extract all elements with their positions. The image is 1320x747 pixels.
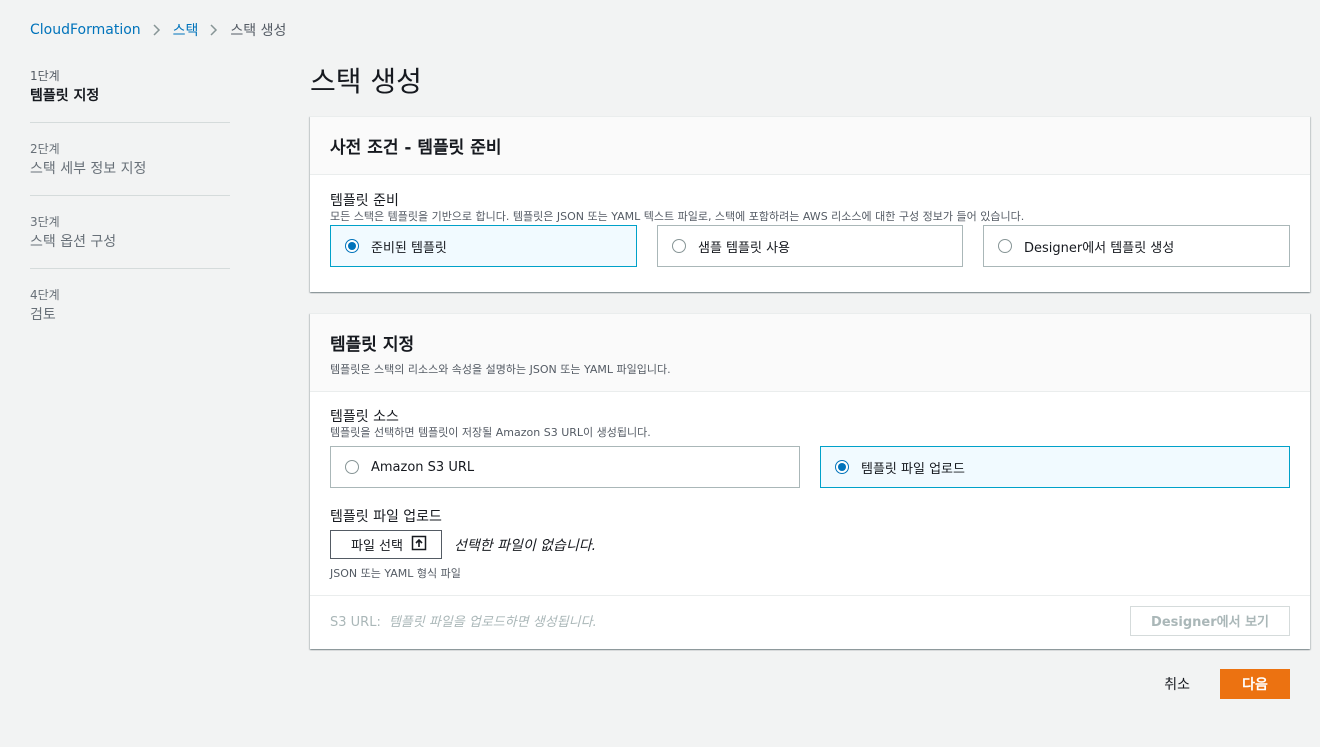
specify-panel-title: 템플릿 지정: [330, 335, 415, 355]
prereq-panel: 사전 조건 - 템플릿 준비 템플릿 준비 모든 스택은 템플릿을 기반으로 합…: [310, 116, 1310, 292]
wizard-step-4: 4단계 검토: [30, 285, 230, 341]
choose-file-button[interactable]: 파일 선택: [330, 530, 442, 559]
no-file-selected-text: 선택한 파일이 없습니다.: [453, 537, 597, 554]
prepare-template-desc: 모든 스택은 템플릿을 기반으로 합니다. 템플릿은 JSON 또는 YAML …: [330, 210, 1025, 223]
view-in-designer-button[interactable]: Designer에서 보기: [1130, 605, 1290, 636]
prepare-template-options: 준비된 템플릿 샘플 템플릿 사용 Designer에서 템플릿 생성: [330, 225, 1290, 267]
s3-url-value: 템플릿 파일을 업로드하면 생성됩니다.: [388, 615, 597, 630]
breadcrumb: CloudFormation 스택 스택 생성: [30, 20, 286, 40]
specify-panel-body: 템플릿 소스 템플릿을 선택하면 템플릿이 저장될 Amazon S3 URL이…: [310, 392, 1310, 595]
upload-hint: JSON 또는 YAML 형식 파일: [330, 567, 461, 580]
option-label: 준비된 템플릿: [371, 240, 447, 256]
radio-selected-icon[interactable]: [345, 239, 359, 253]
option-label: 템플릿 파일 업로드: [861, 461, 965, 477]
choose-file-label: 파일 선택: [351, 539, 403, 554]
step-number: 1단계: [30, 69, 60, 83]
wizard-step-1: 1단계 템플릿 지정: [30, 66, 230, 123]
option-upload-template-file[interactable]: 템플릿 파일 업로드: [820, 446, 1290, 488]
wizard-footer: 취소 다음: [1164, 669, 1290, 699]
specify-panel-desc: 템플릿은 스택의 리소스와 속성을 설명하는 JSON 또는 YAML 파일입니…: [330, 363, 671, 376]
template-source-options: Amazon S3 URL 템플릿 파일 업로드: [330, 446, 1290, 488]
template-source-desc: 템플릿을 선택하면 템플릿이 저장될 Amazon S3 URL이 생성됩니다.: [330, 426, 651, 439]
wizard-step-3: 3단계 스택 옵션 구성: [30, 212, 230, 269]
s3-url-row: S3 URL: 템플릿 파일을 업로드하면 생성됩니다. Designer에서 보…: [310, 595, 1310, 645]
prereq-panel-header: 사전 조건 - 템플릿 준비: [310, 117, 1310, 175]
chevron-right-icon: [210, 24, 218, 36]
prepare-template-label: 템플릿 준비: [330, 193, 399, 209]
prereq-panel-title: 사전 조건 - 템플릿 준비: [330, 138, 502, 158]
specify-template-panel: 템플릿 지정 템플릿은 스택의 리소스와 속성을 설명하는 JSON 또는 YA…: [310, 313, 1310, 649]
option-create-in-designer[interactable]: Designer에서 템플릿 생성: [983, 225, 1290, 267]
breadcrumb-current: 스택 생성: [230, 23, 287, 39]
wizard-steps: 1단계 템플릿 지정 2단계 스택 세부 정보 지정 3단계 스택 옵션 구성 …: [30, 66, 230, 357]
cancel-button[interactable]: 취소: [1164, 674, 1190, 694]
step-number: 3단계: [30, 215, 60, 229]
chevron-right-icon: [153, 24, 161, 36]
option-use-sample-template[interactable]: 샘플 템플릿 사용: [657, 225, 963, 267]
option-amazon-s3-url[interactable]: Amazon S3 URL: [330, 446, 800, 488]
option-template-ready[interactable]: 준비된 템플릿: [330, 225, 637, 267]
breadcrumb-cloudformation[interactable]: CloudFormation: [30, 22, 141, 38]
prereq-panel-body: 템플릿 준비 모든 스택은 템플릿을 기반으로 합니다. 템플릿은 JSON 또…: [310, 175, 1310, 287]
upload-icon: [411, 535, 427, 555]
radio-empty-icon[interactable]: [672, 239, 686, 253]
upload-row: 파일 선택 선택한 파일이 없습니다.: [330, 530, 1290, 559]
s3-url-label: S3 URL:: [330, 615, 381, 630]
s3-url: S3 URL: 템플릿 파일을 업로드하면 생성됩니다.: [330, 611, 597, 630]
step-name: 템플릿 지정: [30, 88, 100, 104]
upload-label: 템플릿 파일 업로드: [330, 509, 442, 525]
radio-selected-icon[interactable]: [835, 460, 849, 474]
option-label: Designer에서 템플릿 생성: [1024, 240, 1175, 256]
wizard-step-2: 2단계 스택 세부 정보 지정: [30, 139, 230, 196]
step-number: 2단계: [30, 142, 60, 156]
breadcrumb-stacks[interactable]: 스택: [173, 20, 199, 40]
radio-empty-icon[interactable]: [345, 460, 359, 474]
specify-panel-header: 템플릿 지정 템플릿은 스택의 리소스와 속성을 설명하는 JSON 또는 YA…: [310, 314, 1310, 392]
page-title: 스택 생성: [310, 65, 422, 98]
radio-empty-icon[interactable]: [998, 239, 1012, 253]
option-label: 샘플 템플릿 사용: [698, 240, 790, 256]
step-name: 스택 옵션 구성: [30, 234, 117, 250]
step-name: 스택 세부 정보 지정: [30, 161, 147, 177]
option-label: Amazon S3 URL: [371, 459, 475, 475]
template-source-label: 템플릿 소스: [330, 409, 399, 425]
step-name: 검토: [30, 307, 56, 323]
next-button[interactable]: 다음: [1220, 669, 1290, 699]
step-number: 4단계: [30, 288, 60, 302]
